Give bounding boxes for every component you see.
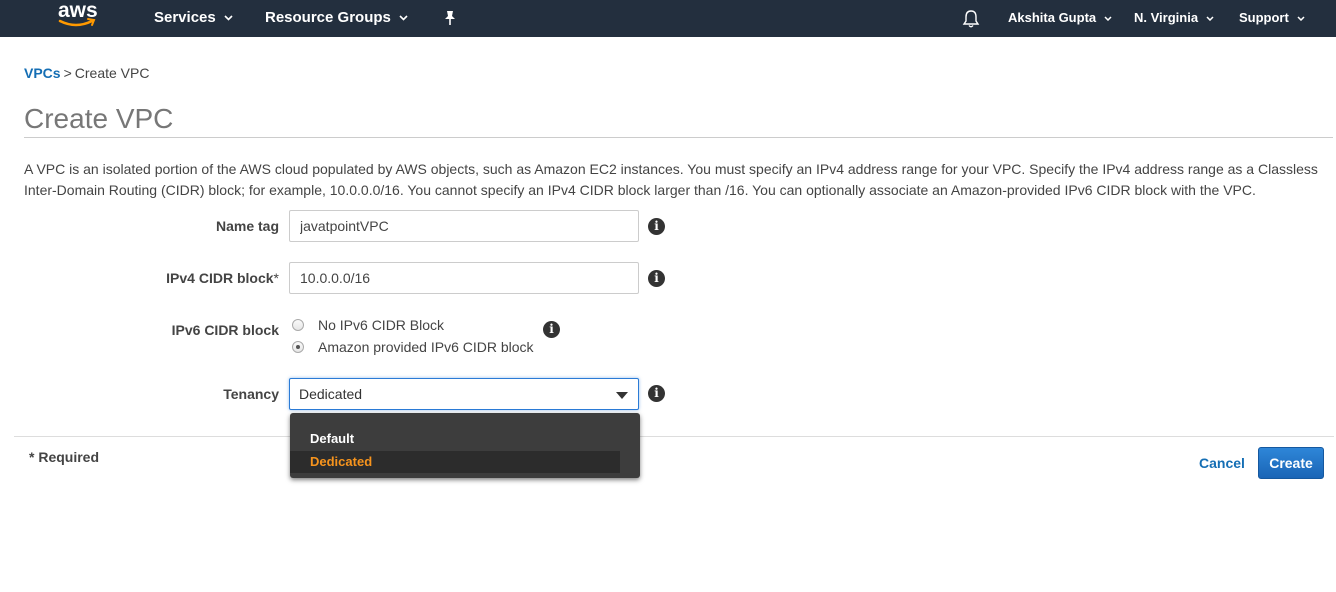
resource-groups-label: Resource Groups (265, 9, 391, 26)
ipv6-cidr-label-text: IPv6 CIDR block (171, 322, 279, 338)
name-tag-label: Name tag (99, 218, 279, 234)
name-tag-label-text: Name tag (215, 218, 279, 234)
user-name: Akshita Gupta (1008, 10, 1097, 25)
ipv6-amazon-radio[interactable] (292, 341, 304, 353)
ipv6-amazon-label: Amazon provided IPv6 CIDR block (318, 339, 534, 355)
region-menu[interactable]: N. Virginia (1134, 0, 1214, 37)
aws-smile-icon (58, 18, 96, 27)
name-tag-info-icon[interactable]: i (648, 218, 665, 235)
ipv6-none-label: No IPv6 CIDR Block (318, 317, 445, 333)
create-button[interactable]: Create (1258, 447, 1324, 479)
tenancy-label-text: Tenancy (223, 386, 279, 402)
chevron-down-icon (224, 15, 233, 21)
chevron-down-icon (399, 15, 408, 21)
required-asterisk: * (273, 270, 279, 286)
region-name: N. Virginia (1134, 10, 1199, 25)
breadcrumb-separator: > (63, 65, 72, 81)
bell-icon[interactable] (962, 9, 980, 29)
breadcrumb-vpcs-link[interactable]: VPCs (24, 65, 61, 81)
ipv4-cidr-input[interactable] (289, 262, 639, 294)
chevron-down-icon (1297, 16, 1305, 22)
chevron-down-icon (1104, 16, 1112, 22)
page-description: A VPC is an isolated portion of the AWS … (24, 161, 1318, 198)
tenancy-select[interactable]: Dedicated (289, 378, 639, 410)
pin-icon[interactable] (442, 9, 458, 27)
ipv6-option-amazon[interactable]: Amazon provided IPv6 CIDR block (292, 338, 534, 356)
cancel-button[interactable]: Cancel (1199, 455, 1245, 471)
tenancy-selected-value: Dedicated (299, 386, 363, 402)
top-navigation-bar: aws Services Resource Groups Akshita Gup… (0, 0, 1336, 37)
aws-logo[interactable]: aws (56, 0, 102, 37)
ipv6-none-radio[interactable] (292, 319, 304, 331)
dropdown-option-dedicated[interactable]: Dedicated (290, 451, 620, 473)
form-divider (14, 436, 1334, 437)
services-label: Services (154, 9, 216, 26)
ipv4-cidr-label: IPv4 CIDR block* (99, 270, 279, 286)
ipv6-option-none[interactable]: No IPv6 CIDR Block (292, 316, 444, 334)
caret-down-icon (616, 392, 628, 399)
breadcrumb-current: Create VPC (74, 65, 150, 81)
resource-groups-menu[interactable]: Resource Groups (265, 0, 408, 37)
chevron-down-icon (1206, 16, 1214, 22)
services-menu[interactable]: Services (154, 0, 233, 37)
ipv4-cidr-label-text: IPv4 CIDR block (166, 270, 274, 286)
ipv6-cidr-info-icon[interactable]: i (543, 321, 560, 338)
page-title: Create VPC (24, 103, 174, 134)
tenancy-label: Tenancy (99, 386, 279, 402)
name-tag-input[interactable] (289, 210, 639, 242)
breadcrumb: VPCs > Create VPC (24, 65, 149, 81)
tenancy-dropdown-menu: Default Dedicated (290, 413, 640, 478)
ipv6-cidr-label: IPv6 CIDR block (99, 322, 279, 338)
title-divider (24, 137, 1333, 138)
required-note: * Required (29, 449, 100, 465)
support-label: Support (1239, 10, 1289, 25)
ipv4-cidr-info-icon[interactable]: i (648, 270, 665, 287)
support-menu[interactable]: Support (1239, 0, 1305, 37)
dropdown-option-default[interactable]: Default (290, 428, 620, 450)
tenancy-info-icon[interactable]: i (648, 385, 665, 402)
user-menu[interactable]: Akshita Gupta (1008, 0, 1112, 37)
